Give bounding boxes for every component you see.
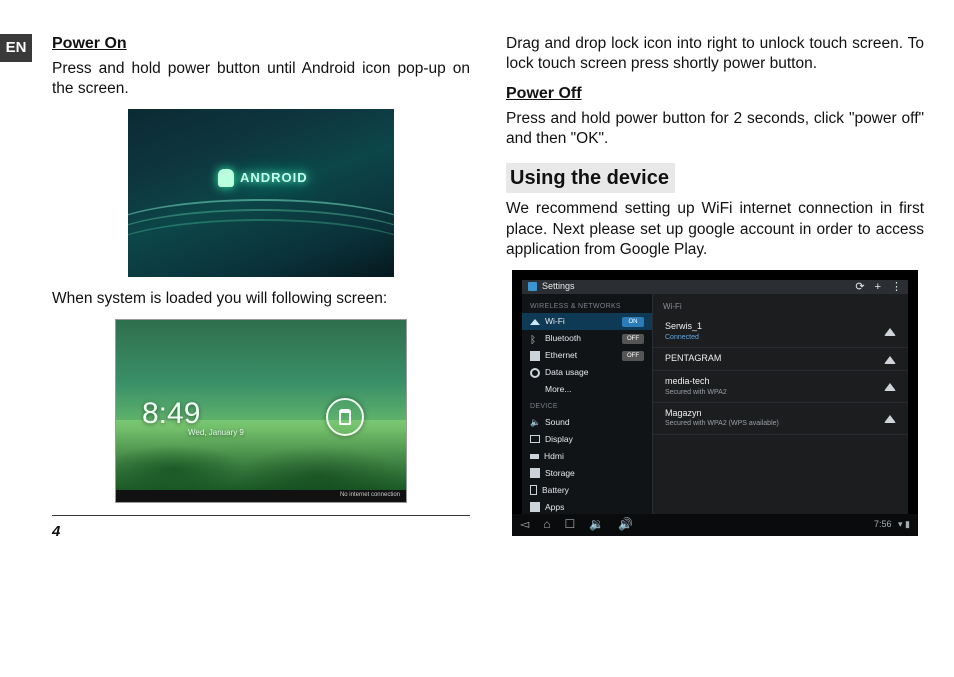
home-icon[interactable]: ⌂ — [543, 517, 550, 533]
sysnav-clock: 7:56 ▾ ▮ — [874, 519, 910, 531]
network-row[interactable]: media-tech Secured with WPA2 — [653, 371, 908, 403]
android-logo-text: ANDROID — [240, 170, 308, 187]
sidebar-item-wifi[interactable]: Wi-Fi ON — [522, 313, 652, 330]
sidebar-item-more[interactable]: More... — [522, 381, 652, 398]
network-row[interactable]: PENTAGRAM — [653, 348, 908, 371]
back-icon[interactable]: ◅ — [520, 517, 529, 533]
sidebar-item-sound[interactable]: 🔈Sound — [522, 414, 652, 431]
main-panel-title: Wi-Fi — [653, 298, 908, 316]
system-navbar: ◅ ⌂ ☐ 🔉 🔊 7:56 ▾ ▮ — [512, 514, 918, 536]
sidebar-item-bluetooth[interactable]: ᛒBluetooth OFF — [522, 330, 652, 347]
power-on-paragraph: Press and hold power button until Androi… — [52, 59, 470, 99]
scan-icon: ⟳ — [855, 280, 864, 294]
battery-icon — [530, 485, 537, 495]
lock-navbar: No internet connection — [116, 490, 406, 502]
lock-ring-icon — [326, 398, 364, 436]
settings-sidebar: WIRELESS & NETWORKS Wi-Fi ON ᛒBluetooth … — [522, 294, 653, 535]
drag-paragraph: Drag and drop lock icon into right to un… — [506, 34, 924, 74]
recents-icon[interactable]: ☐ — [564, 517, 575, 533]
page-number: 4 — [52, 522, 470, 542]
using-paragraph: We recommend setting up WiFi internet co… — [506, 199, 924, 259]
network-row[interactable]: Magazyn Secured with WPA2 (WPS available… — [653, 403, 908, 435]
language-tag: EN — [0, 34, 32, 62]
wifi-icon — [530, 319, 540, 325]
bluetooth-icon: ᛒ — [530, 334, 540, 344]
ethernet-toggle[interactable]: OFF — [622, 351, 644, 361]
status-battery-icon: ▮ — [905, 519, 910, 529]
menu-icon: ⋮ — [891, 280, 902, 294]
group-device: DEVICE — [522, 398, 652, 413]
sidebar-item-display[interactable]: Display — [522, 431, 652, 448]
footer-rule — [52, 515, 470, 516]
lock-date: Wed, January 9 — [188, 428, 244, 438]
settings-main: Wi-Fi Serwis_1 Connected PENTAGRAM — [653, 294, 908, 535]
data-usage-icon — [530, 368, 540, 378]
heading-power-off: Power Off — [506, 84, 924, 105]
storage-icon — [530, 468, 540, 478]
lock-navbar-text: No internet connection — [340, 492, 400, 500]
sidebar-item-ethernet[interactable]: Ethernet OFF — [522, 347, 652, 364]
network-row[interactable]: Serwis_1 Connected — [653, 316, 908, 348]
section-using-device: Using the device — [506, 163, 675, 193]
figure-settings: Settings ⟳ + ⋮ WIRELESS & NETWORKS Wi-Fi… — [512, 270, 918, 536]
figure-android-boot: ANDROID — [128, 109, 394, 277]
sidebar-item-data-usage[interactable]: Data usage — [522, 364, 652, 381]
vol-up-icon[interactable]: 🔊 — [618, 517, 633, 533]
vol-down-icon[interactable]: 🔉 — [589, 517, 604, 533]
wifi-signal-icon — [884, 355, 896, 364]
heading-power-on: Power On — [52, 34, 470, 55]
settings-title: Settings — [542, 281, 575, 293]
wifi-toggle[interactable]: ON — [622, 317, 644, 327]
group-wireless: WIRELESS & NETWORKS — [522, 298, 652, 313]
sound-icon: 🔈 — [530, 417, 540, 427]
android-icon — [218, 169, 234, 187]
hdmi-icon — [530, 454, 539, 459]
wifi-signal-icon — [884, 327, 896, 336]
wifi-signal-icon — [884, 414, 896, 423]
sidebar-item-hdmi[interactable]: Hdmi — [522, 448, 652, 465]
topbar-actions: ⟳ + ⋮ — [855, 280, 902, 294]
left-column: Power On Press and hold power button unt… — [52, 34, 470, 548]
ethernet-icon — [530, 351, 540, 361]
add-icon: + — [875, 280, 881, 294]
sidebar-item-battery[interactable]: Battery — [522, 482, 652, 499]
settings-topbar: Settings ⟳ + ⋮ — [522, 280, 908, 294]
bluetooth-toggle[interactable]: OFF — [622, 334, 644, 344]
settings-icon — [528, 282, 537, 291]
display-icon — [530, 435, 540, 443]
right-column: Drag and drop lock icon into right to un… — [506, 34, 924, 548]
apps-icon — [530, 502, 540, 512]
sidebar-item-storage[interactable]: Storage — [522, 465, 652, 482]
android-logo: ANDROID — [218, 169, 308, 187]
loaded-paragraph: When system is loaded you will following… — [52, 289, 470, 309]
figure-lock-screen: 8:49 Wed, January 9 No internet connecti… — [115, 319, 407, 503]
power-off-paragraph: Press and hold power button for 2 second… — [506, 109, 924, 149]
wifi-signal-icon — [884, 382, 896, 391]
status-wifi-icon: ▾ — [898, 519, 903, 529]
